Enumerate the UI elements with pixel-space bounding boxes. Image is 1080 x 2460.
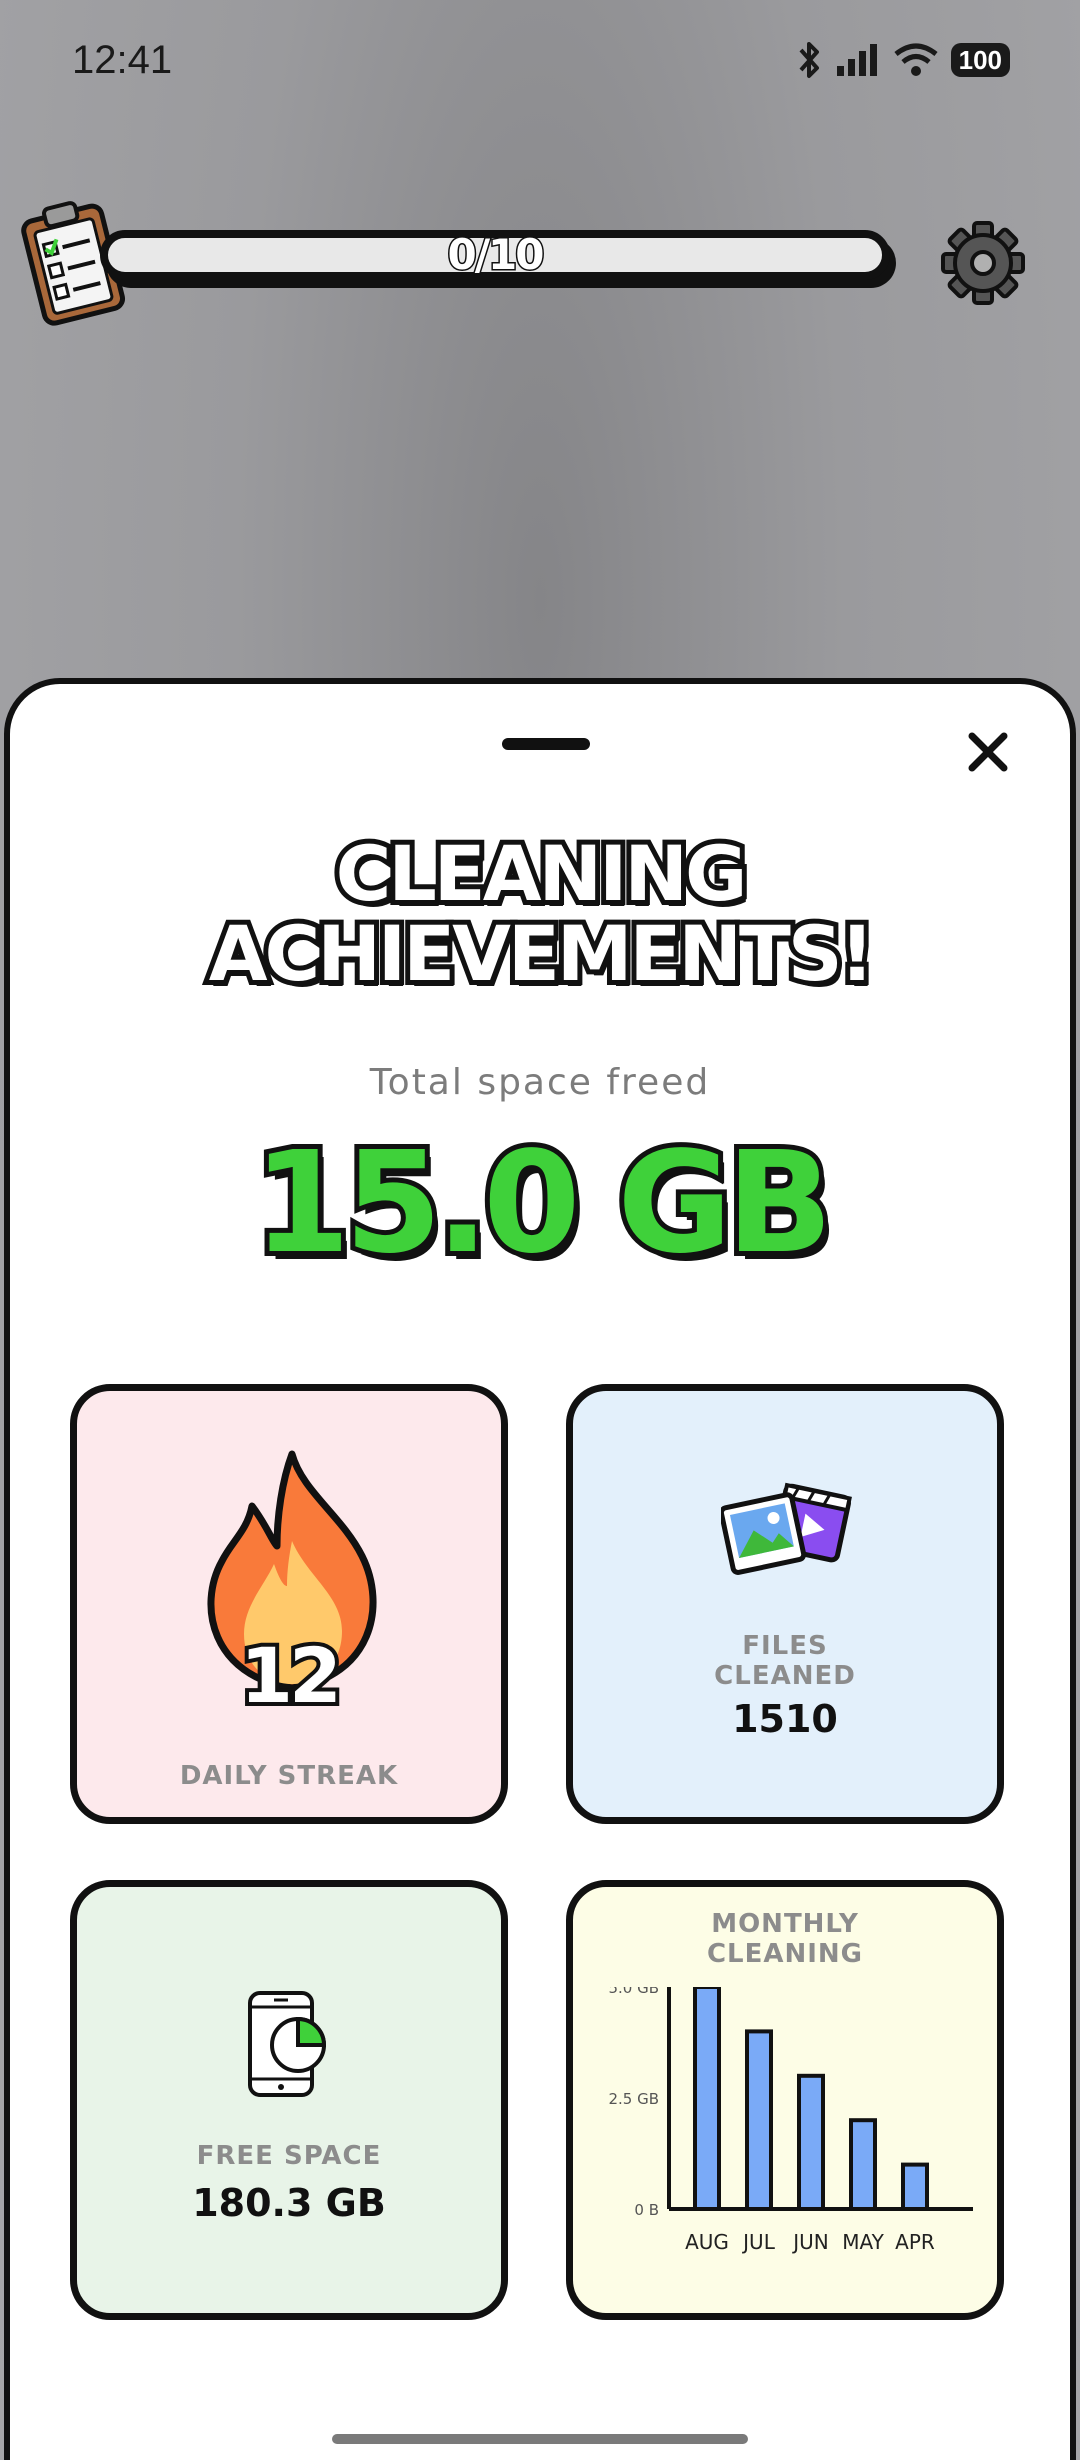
monthly-cleaning-title: MONTHLY CLEANING — [573, 1909, 997, 1969]
y-tick-label: 2.5 GB — [608, 2090, 659, 2108]
phone-storage-icon — [248, 1991, 327, 2097]
x-tick-label: JUL — [741, 2230, 776, 2254]
status-icons: 100 — [795, 40, 1010, 80]
photo-video-icon — [721, 1482, 852, 1575]
monthly-cleaning-card: MONTHLY CLEANING 0 B 2.5 GB 5.0 GB AUG JUL JU… — [566, 1880, 1004, 2320]
bluetooth-icon — [799, 42, 819, 78]
task-progress-bar: 0/10 — [100, 229, 890, 281]
monthly-cleaning-chart: 0 B 2.5 GB 5.0 GB AUG JUL JUN MAY APR — [608, 1987, 973, 2254]
x-tick-label: JUN — [791, 2230, 829, 2254]
monthly-cleaning-title-line2: CLEANING — [706, 1939, 864, 1969]
task-progress-row: 0/10 — [0, 190, 1080, 340]
files-cleaned-label-line1: FILES — [742, 1631, 828, 1661]
status-bar: 12:41 100 — [0, 0, 1080, 130]
free-space-value: 180.3 GB — [192, 2181, 386, 2225]
x-tick-label: APR — [895, 2230, 935, 2254]
total-freed-value: 15.0 GB — [248, 1122, 838, 1285]
total-freed-caption: Total space freed — [369, 1062, 711, 1103]
free-space-label: FREE SPACE — [196, 2141, 382, 2171]
daily-streak-label: DAILY STREAK — [179, 1761, 399, 1791]
daily-streak-count: 12 — [236, 1627, 346, 1724]
files-cleaned-label: FILES CLEANED — [573, 1631, 997, 1691]
home-indicator[interactable] — [332, 2434, 748, 2444]
close-icon[interactable] — [960, 724, 1016, 780]
bar-jun — [797, 2073, 825, 2211]
settings-gear-icon[interactable] — [940, 220, 1026, 306]
daily-streak-card: 12 DAILY STREAK — [70, 1384, 508, 1824]
sheet-title-line2: ACHIEVEMENTS! — [204, 909, 880, 999]
task-progress-label: 0/10 — [446, 229, 546, 281]
battery-indicator: 100 — [950, 43, 1010, 77]
x-tick-label: AUG — [685, 2230, 729, 2254]
y-tick-label: 0 B — [634, 2201, 659, 2219]
achievements-sheet: CLEANING ACHIEVEMENTS! Total space freed… — [4, 678, 1076, 2460]
files-cleaned-label-line2: CLEANED — [714, 1661, 856, 1691]
bar-may — [849, 2118, 877, 2211]
y-tick-label: 5.0 GB — [608, 1987, 659, 1997]
free-space-card: FREE SPACE 180.3 GB — [70, 1880, 508, 2320]
sheet-title-line1: CLEANING — [331, 829, 753, 919]
files-cleaned-card: FILES CLEANED 1510 — [566, 1384, 1004, 1824]
bar-apr — [901, 2162, 929, 2212]
monthly-cleaning-title-line1: MONTHLY — [711, 1909, 859, 1939]
signal-icon — [836, 44, 877, 76]
status-time: 12:41 — [72, 38, 173, 82]
bar-jul — [745, 2029, 773, 2212]
x-tick-label: MAY — [842, 2230, 884, 2254]
sheet-title: CLEANING ACHIEVEMENTS! — [10, 829, 1070, 999]
files-cleaned-value: 1510 — [732, 1697, 838, 1741]
wifi-icon — [894, 43, 938, 76]
bar-aug — [693, 1987, 721, 2211]
sheet-drag-handle[interactable] — [502, 738, 590, 750]
